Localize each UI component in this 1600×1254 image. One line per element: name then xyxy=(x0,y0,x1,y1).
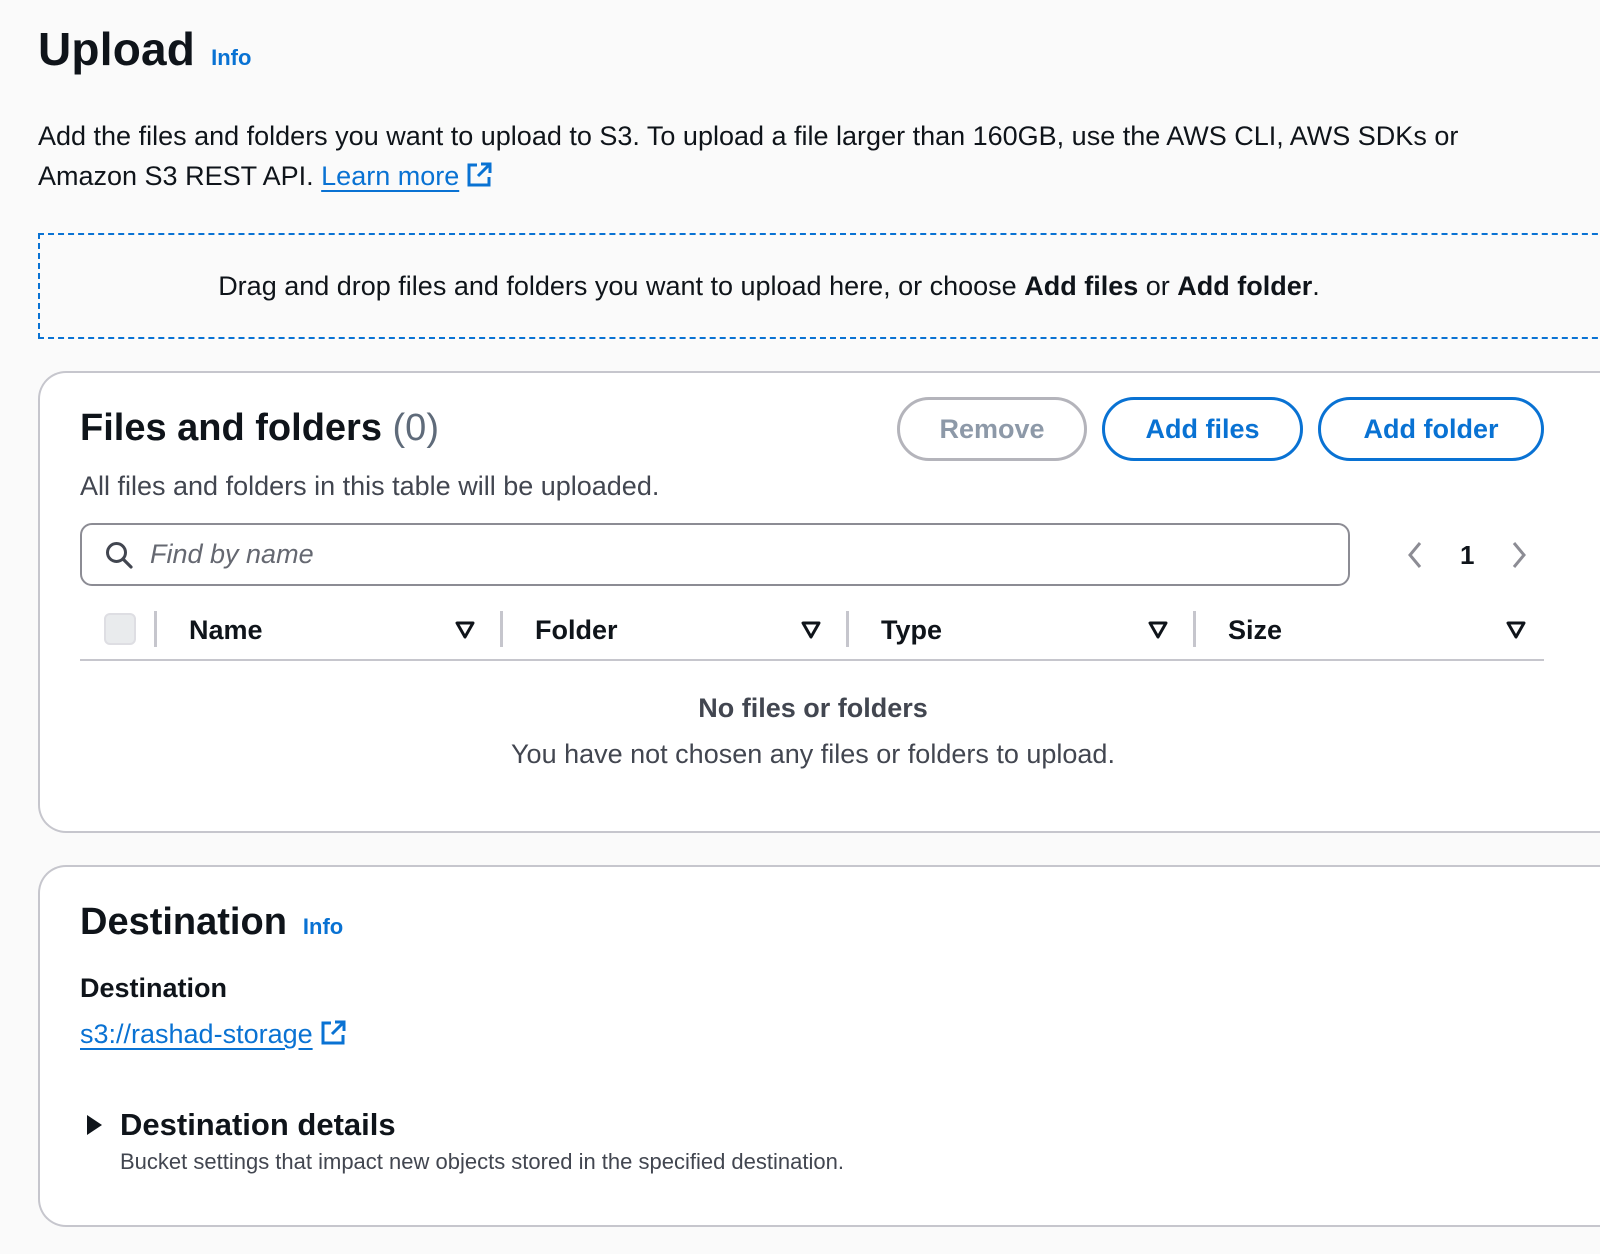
column-header-type[interactable]: Type xyxy=(881,615,942,646)
dropzone-suffix: . xyxy=(1312,270,1320,301)
column-separator[interactable] xyxy=(500,611,503,647)
external-link-icon[interactable] xyxy=(465,160,493,200)
upload-page: Upload Info Add the files and folders yo… xyxy=(0,0,1600,1254)
chevron-left-icon[interactable] xyxy=(1400,536,1430,574)
search-box xyxy=(80,523,1350,586)
remove-button[interactable]: Remove xyxy=(897,397,1087,461)
sort-down-icon[interactable] xyxy=(454,619,476,641)
table-header: Name Folder Type Size xyxy=(80,605,1544,661)
page-title: Upload xyxy=(38,23,196,75)
destination-title-text: Destination xyxy=(80,901,287,943)
add-folder-button[interactable]: Add folder xyxy=(1318,397,1544,461)
destination-details-title[interactable]: Destination details xyxy=(120,1107,396,1143)
column-separator xyxy=(154,611,157,647)
caret-right-icon[interactable] xyxy=(84,1113,104,1137)
destination-details-description: Bucket settings that impact new objects … xyxy=(120,1149,844,1174)
column-separator[interactable] xyxy=(846,611,849,647)
learn-more-label: Learn more xyxy=(321,161,460,191)
files-panel-title: Files and folders (0) xyxy=(80,407,439,450)
dropzone-text: Drag and drop files and folders you want… xyxy=(218,271,1320,302)
search-icon xyxy=(104,540,134,570)
sort-down-icon[interactable] xyxy=(1505,619,1527,641)
external-link-icon[interactable] xyxy=(319,1019,347,1054)
empty-state-title: No files or folders xyxy=(698,693,928,723)
dropzone-prefix: Drag and drop files and folders you want… xyxy=(218,270,1017,301)
pagination: 1 xyxy=(1400,536,1534,574)
chevron-right-icon[interactable] xyxy=(1504,536,1534,574)
learn-more-link[interactable]: Learn more xyxy=(321,161,459,191)
page-header: Upload Info xyxy=(38,22,251,76)
files-subtitle: All files and folders in this table will… xyxy=(80,471,660,501)
destination-info-link[interactable]: Info xyxy=(303,914,343,940)
add-files-button[interactable]: Add files xyxy=(1102,397,1303,461)
destination-label: Destination xyxy=(80,973,228,1003)
destination-panel: Destination Info Destination s3://rashad… xyxy=(38,865,1600,1227)
select-all-checkbox[interactable] xyxy=(104,613,136,645)
destination-panel-title: Destination Info xyxy=(80,901,343,944)
files-title-text: Files and folders xyxy=(80,407,382,449)
destination-details-toggle[interactable]: Destination details xyxy=(84,1107,396,1143)
files-and-folders-panel: Files and folders (0) All files and fold… xyxy=(38,371,1600,833)
dropzone-or: or xyxy=(1145,270,1170,301)
files-count: (0) xyxy=(392,407,439,449)
current-page-number[interactable]: 1 xyxy=(1460,540,1474,571)
upload-dropzone[interactable]: Drag and drop files and folders you want… xyxy=(38,233,1600,339)
upload-info-link[interactable]: Info xyxy=(211,45,251,71)
search-input[interactable] xyxy=(150,539,1330,570)
sort-down-icon[interactable] xyxy=(1147,619,1169,641)
dropzone-add-folder: Add folder xyxy=(1177,270,1313,301)
column-header-folder[interactable]: Folder xyxy=(535,615,618,646)
destination-bucket-link[interactable]: s3://rashad-storage xyxy=(80,1019,313,1049)
column-header-name[interactable]: Name xyxy=(189,615,263,646)
sort-down-icon[interactable] xyxy=(800,619,822,641)
destination-link-row: s3://rashad-storage xyxy=(80,1019,347,1054)
empty-state-text: You have not chosen any files or folders… xyxy=(511,739,1115,769)
description-text: Add the files and folders you want to up… xyxy=(38,121,1459,191)
dropzone-add-files: Add files xyxy=(1024,270,1139,301)
column-separator[interactable] xyxy=(1193,611,1196,647)
column-header-size[interactable]: Size xyxy=(1228,615,1282,646)
page-description: Add the files and folders you want to up… xyxy=(38,116,1538,200)
